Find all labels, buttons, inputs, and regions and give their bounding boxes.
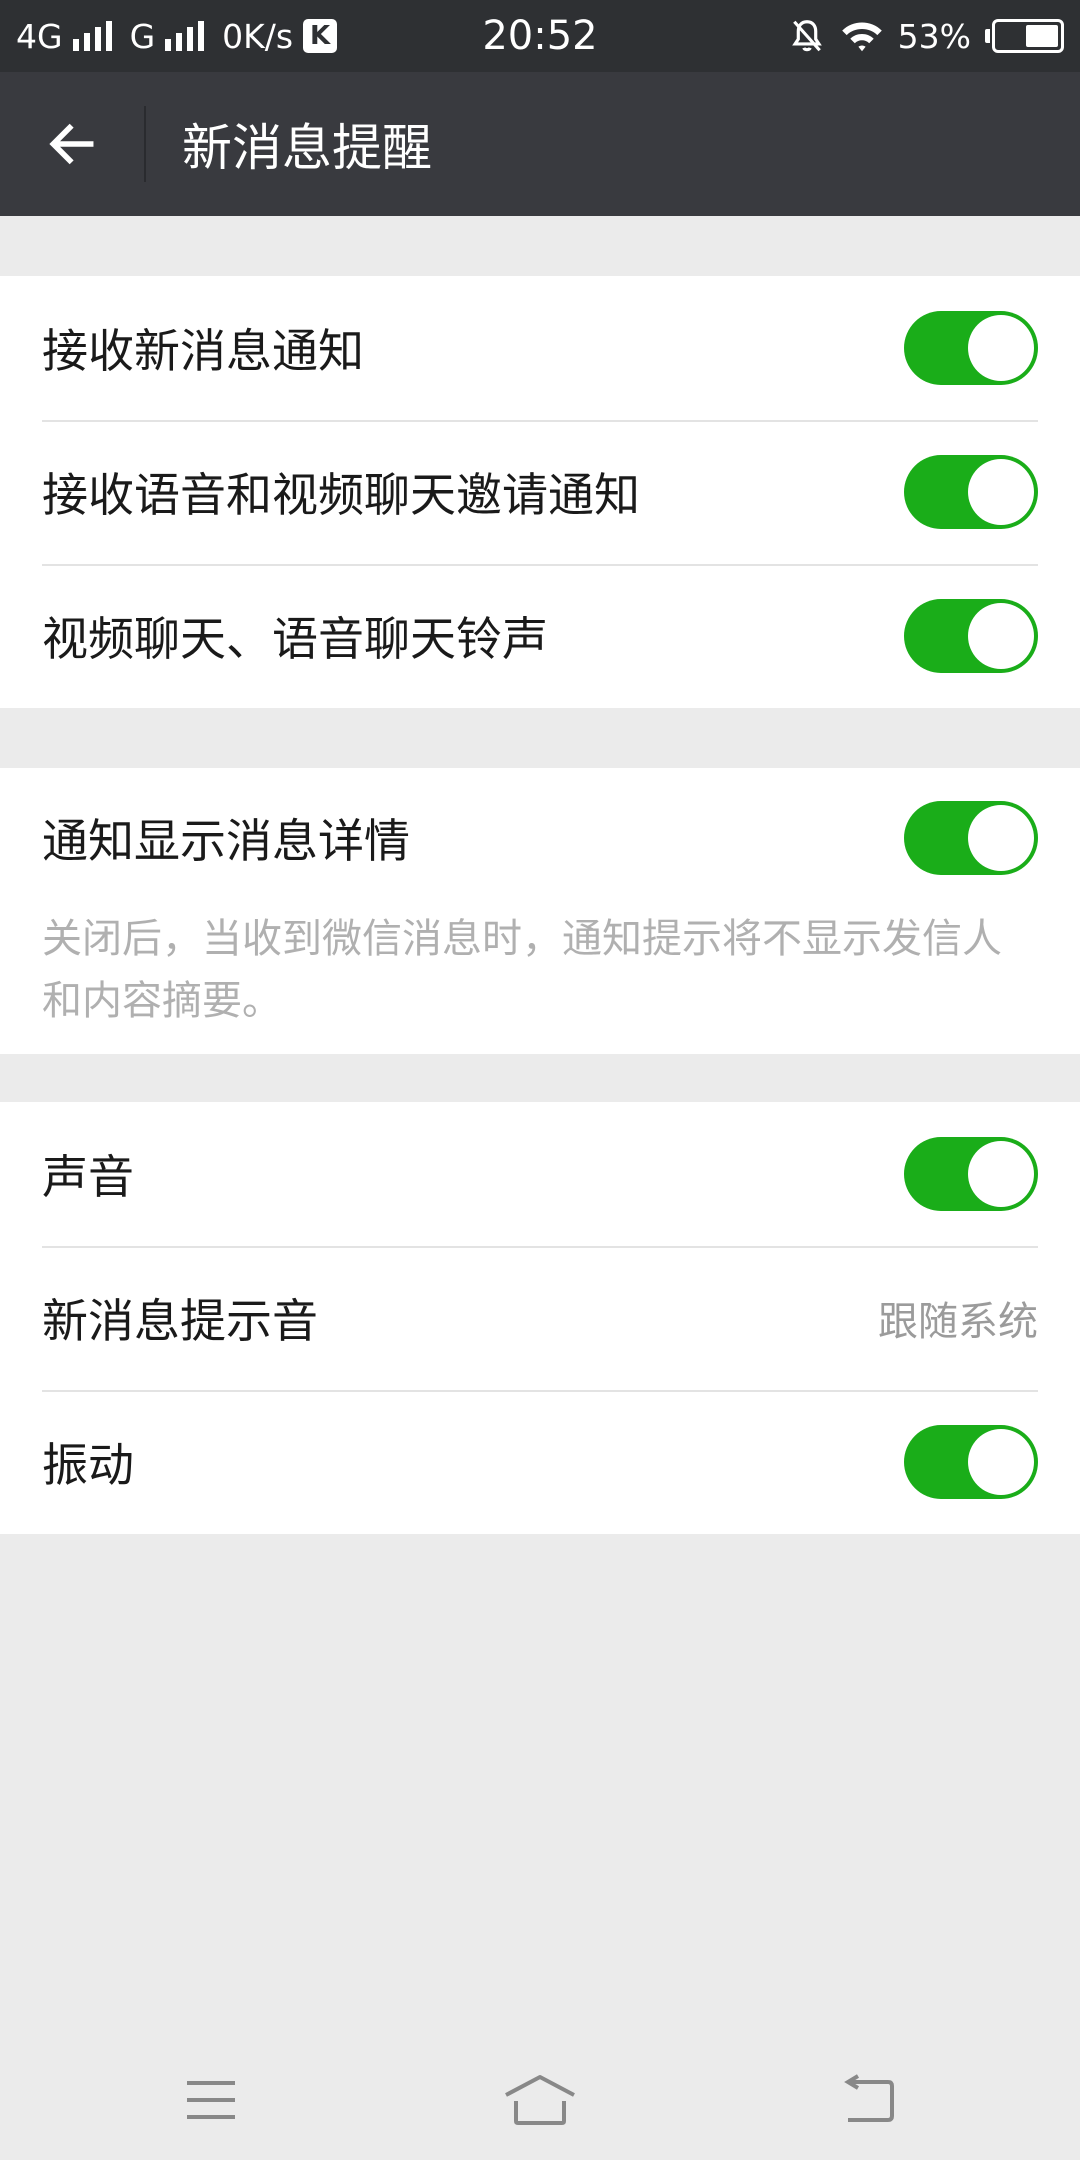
status-bar: 4G G 0K/s K 20:52 53% xyxy=(0,0,1080,72)
row-show-details[interactable]: 通知显示消息详情 xyxy=(0,768,1080,908)
row-sound[interactable]: 声音 xyxy=(0,1102,1080,1246)
back-button[interactable] xyxy=(30,104,114,184)
arrow-left-icon xyxy=(49,123,94,165)
row-receive-notifications[interactable]: 接收新消息通知 xyxy=(0,276,1080,420)
signal-icon xyxy=(72,21,112,51)
app-bar-divider xyxy=(144,106,146,182)
wifi-icon xyxy=(841,22,882,52)
notification-tone-value: 跟随系统 xyxy=(878,1299,1038,1345)
row-label: 新消息提示音 xyxy=(42,1294,318,1348)
section-details: 通知显示消息详情 关闭后，当收到微信消息时，通知提示将不显示发信人和内容摘要。 xyxy=(0,768,1080,1054)
row-vibrate[interactable]: 振动 xyxy=(0,1390,1080,1534)
section-sound: 声音 新消息提示音 跟随系统 振动 xyxy=(0,1102,1080,1534)
details-description: 关闭后，当收到微信消息时，通知提示将不显示发信人和内容摘要。 xyxy=(42,916,1002,1024)
row-label: 视频聊天、语音聊天铃声 xyxy=(42,612,548,666)
section-notifications: 接收新消息通知 接收语音和视频聊天邀请通知 视频聊天、语音聊天铃声 xyxy=(0,276,1080,708)
network-type-2: G xyxy=(129,16,156,56)
app-bar: 新消息提醒 xyxy=(0,72,1080,216)
row-label: 通知显示消息详情 xyxy=(42,814,410,868)
toggle-vibrate[interactable] xyxy=(904,1425,1038,1499)
back-icon xyxy=(844,2074,894,2122)
k-app-icon: K xyxy=(303,19,338,53)
status-left: 4G G 0K/s K xyxy=(16,0,338,72)
row-call-invite-notifications[interactable]: 接收语音和视频聊天邀请通知 xyxy=(0,420,1080,564)
status-right: 53% xyxy=(788,0,1064,72)
signal-icon-2 xyxy=(165,21,205,51)
menu-icon xyxy=(187,2081,235,2119)
back-nav-button[interactable] xyxy=(808,2060,928,2140)
row-label: 声音 xyxy=(42,1150,134,1204)
home-icon xyxy=(505,2075,575,2125)
row-label: 振动 xyxy=(42,1438,134,1492)
system-nav-bar xyxy=(0,2040,1080,2160)
toggle-sound[interactable] xyxy=(904,1137,1038,1211)
toggle-show-details[interactable] xyxy=(904,801,1038,875)
row-call-ringtone[interactable]: 视频聊天、语音聊天铃声 xyxy=(0,564,1080,708)
menu-button[interactable] xyxy=(151,2060,271,2140)
battery-percent: 53% xyxy=(897,16,971,56)
home-button[interactable] xyxy=(480,2060,600,2140)
toggle-call-invite-notifications[interactable] xyxy=(904,455,1038,529)
page-title: 新消息提醒 xyxy=(182,119,432,177)
network-type-1: 4G xyxy=(16,16,63,56)
toggle-receive-notifications[interactable] xyxy=(904,311,1038,385)
toggle-call-ringtone[interactable] xyxy=(904,599,1038,673)
battery-icon xyxy=(985,19,1064,53)
row-notification-tone[interactable]: 新消息提示音 跟随系统 xyxy=(0,1246,1080,1390)
network-speed: 0K/s xyxy=(222,16,294,56)
alarm-off-icon xyxy=(791,20,822,52)
row-label: 接收新消息通知 xyxy=(42,324,364,378)
row-label: 接收语音和视频聊天邀请通知 xyxy=(42,468,640,522)
